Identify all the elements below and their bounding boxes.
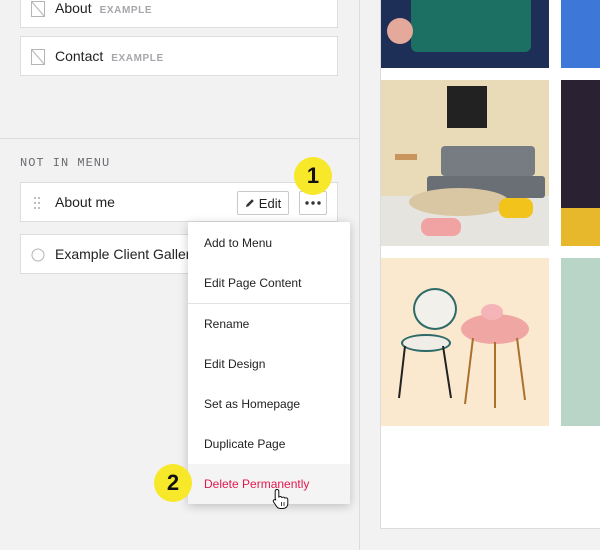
example-tag: EXAMPLE xyxy=(99,5,153,16)
pencil-icon xyxy=(245,199,254,207)
menu-item-delete-permanently[interactable]: Delete Permanently xyxy=(188,464,350,504)
page-item-label: Contact EXAMPLE xyxy=(55,48,164,64)
page-item-label: About me xyxy=(55,194,115,210)
edit-button-label: Edit xyxy=(258,195,282,211)
gallery-page-icon xyxy=(31,248,45,262)
step-callout-1: 1 xyxy=(294,157,332,195)
menu-item-duplicate-page[interactable]: Duplicate Page xyxy=(188,424,350,464)
preview-image xyxy=(561,80,600,246)
page-icon xyxy=(31,49,45,65)
menu-item-set-as-homepage[interactable]: Set as Homepage xyxy=(188,384,350,424)
menu-pages-section: About EXAMPLE Contact EXAMPLE xyxy=(0,0,359,139)
page-item-about-me[interactable]: About me Edit xyxy=(20,182,338,222)
page-item-contact[interactable]: Contact EXAMPLE xyxy=(20,36,338,76)
preview-image xyxy=(381,80,549,246)
preview-image xyxy=(561,0,600,68)
ellipsis-icon xyxy=(305,201,321,205)
hand-cursor-icon xyxy=(272,488,289,509)
site-preview xyxy=(380,0,600,529)
menu-item-edit-design[interactable]: Edit Design xyxy=(188,344,350,384)
preview-image xyxy=(561,258,600,426)
page-context-menu: Add to Menu Edit Page Content Rename Edi… xyxy=(188,222,350,504)
menu-item-add-to-menu[interactable]: Add to Menu xyxy=(188,223,350,263)
drag-handle-icon[interactable] xyxy=(33,196,41,210)
step-callout-2: 2 xyxy=(154,464,192,502)
section-heading: NOT IN MENU xyxy=(20,156,111,170)
menu-item-rename[interactable]: Rename xyxy=(188,304,350,344)
example-tag: EXAMPLE xyxy=(111,53,164,64)
preview-image xyxy=(381,0,549,68)
menu-item-edit-page-content[interactable]: Edit Page Content xyxy=(188,263,350,303)
edit-button[interactable]: Edit xyxy=(237,191,289,215)
page-icon xyxy=(31,1,45,17)
page-item-label: Example Client Gallery xyxy=(55,246,198,262)
page-item-about[interactable]: About EXAMPLE xyxy=(20,0,338,28)
page-item-label: About EXAMPLE xyxy=(55,0,153,16)
preview-image xyxy=(381,258,549,426)
